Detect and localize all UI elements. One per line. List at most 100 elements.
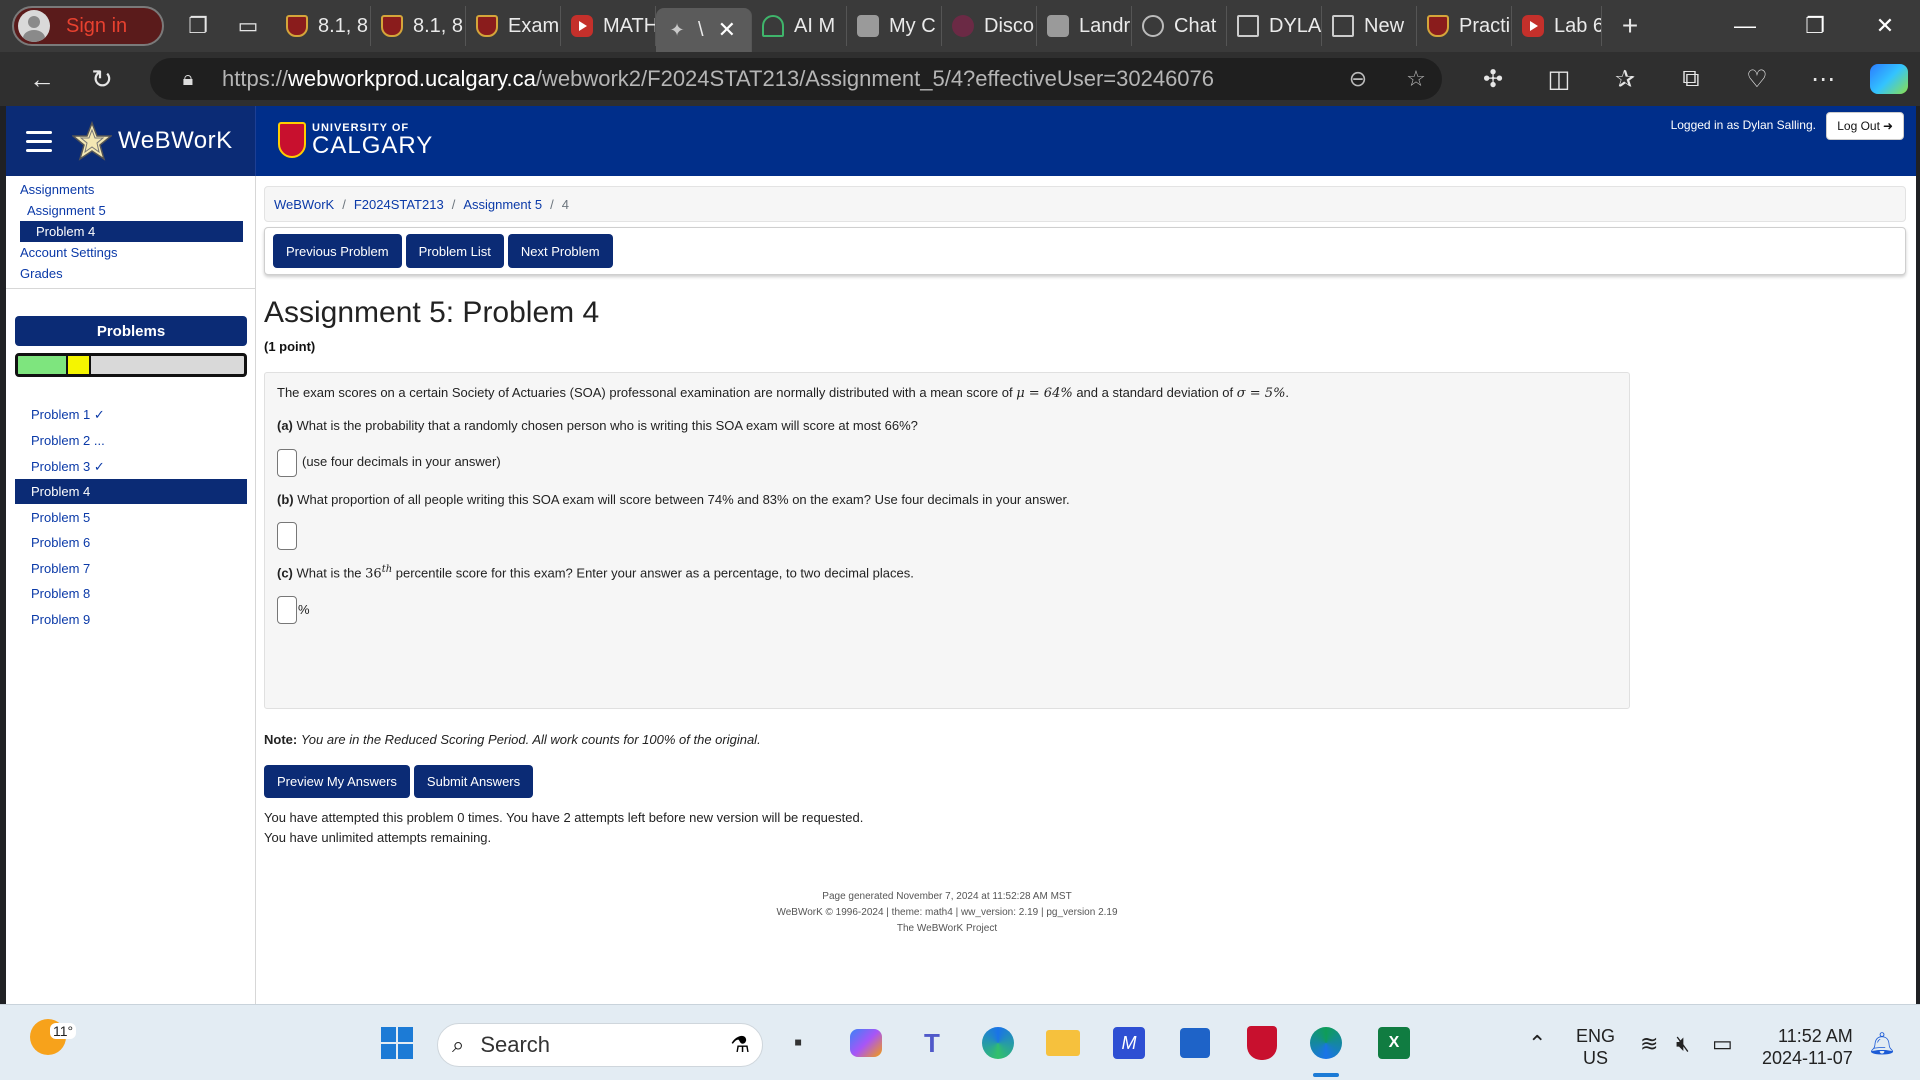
answer-a-input[interactable] [277, 449, 297, 477]
language-indicator[interactable]: ENG US [1576, 1025, 1615, 1069]
minimize-icon[interactable]: — [1710, 0, 1780, 52]
lock-icon[interactable]: 🔒︎ [168, 59, 208, 99]
breadcrumb-course[interactable]: F2024STAT213 [354, 197, 444, 212]
next-problem-button[interactable]: Next Problem [507, 234, 613, 268]
logout-button[interactable]: Log Out ➜ [1826, 112, 1904, 140]
intro-text: . [1285, 385, 1290, 400]
problem-list-item[interactable]: Problem 8 [15, 581, 247, 606]
edge-icon[interactable] [978, 1023, 1018, 1063]
window-controls: — ❐ ✕ [1710, 0, 1920, 52]
tray-chevron-up-icon[interactable]: ⌃ [1528, 1031, 1546, 1057]
taskbar-search[interactable]: ⌕ Search ⚗ [437, 1023, 763, 1067]
problem-navigation: Previous Problem Problem List Next Probl… [264, 227, 1906, 275]
browser-tab[interactable]: Disco [942, 6, 1037, 46]
collections-icon[interactable]: ⧉ [1658, 52, 1724, 106]
sidebar-item-assignments[interactable]: Assignments [20, 182, 94, 197]
microsoft-store-icon[interactable] [1175, 1023, 1215, 1063]
problem-list-item[interactable]: Problem 9 [15, 607, 247, 632]
task-view-icon[interactable]: ▪ [778, 1023, 818, 1063]
intro-text: The exam scores on a certain Society of … [277, 385, 1017, 400]
question-text: percentile score for this exam? Enter yo… [392, 565, 914, 581]
breadcrumb-webwork[interactable]: WeBWorK [274, 197, 334, 212]
problem-list-item[interactable]: Problem 5 [15, 505, 247, 530]
notification-bell-icon[interactable]: 🔔︎ [1868, 1031, 1896, 1057]
browser-toolbar: ← ↻ 🔒︎ https://webworkprod.ucalgary.ca/w… [0, 52, 1920, 106]
question-text: What is the [292, 565, 366, 581]
webwork-title[interactable]: WeBWorK [118, 127, 233, 155]
volume-muted-icon[interactable]: 🔇︎ [1676, 1031, 1690, 1057]
problem-list-button[interactable]: Problem List [405, 234, 504, 268]
split-screen-icon[interactable]: ◫ [1526, 52, 1592, 106]
browser-tab[interactable]: My C [847, 6, 942, 46]
footer-project[interactable]: The WeBWorK Project [264, 923, 1630, 934]
submit-answers-button[interactable]: Submit Answers [413, 765, 534, 798]
extensions-puzzle-icon[interactable]: ✣ [1460, 52, 1526, 106]
refresh-icon[interactable]: ↻ [80, 57, 124, 101]
profile-button[interactable]: Sign in [12, 6, 164, 46]
browser-tab[interactable]: New [1322, 6, 1417, 46]
sidebar-item-grades[interactable]: Grades [20, 266, 63, 281]
scoring-note: Note: You are in the Reduced Scoring Per… [264, 732, 761, 747]
page-title: Assignment 5: Problem 4 [264, 296, 600, 329]
hamburger-menu-icon[interactable] [26, 130, 52, 152]
browser-tab[interactable]: DYLA [1227, 6, 1322, 46]
browser-tab[interactable]: Chat [1132, 6, 1227, 46]
sidebar-item-assignment-5[interactable]: Assignment 5 [27, 203, 106, 218]
previous-problem-button[interactable]: Previous Problem [273, 234, 402, 268]
excel-icon[interactable]: X [1374, 1023, 1414, 1063]
problem-list-item[interactable]: Problem 3 ✓ [15, 454, 247, 479]
youtube-favicon-icon [1522, 15, 1544, 37]
problem-list-item[interactable]: Problem 2 ... [15, 428, 247, 453]
start-windows-icon[interactable] [377, 1023, 417, 1063]
tab-title: 8.1, 8 [318, 14, 369, 37]
breadcrumb-assignment[interactable]: Assignment 5 [463, 197, 542, 212]
favorites-icon[interactable]: ✰ [1592, 52, 1658, 106]
browser-tab[interactable]: Practi [1417, 6, 1512, 46]
workspaces-icon[interactable]: ❐ [178, 6, 218, 46]
favorite-star-icon[interactable]: ☆ [1398, 66, 1434, 92]
mathway-icon[interactable]: M [1109, 1023, 1149, 1063]
webwork-star-icon[interactable] [72, 121, 112, 161]
browser-tab-active[interactable]: ✦ \ ✕ [656, 8, 752, 52]
restore-icon[interactable]: ❐ [1780, 0, 1850, 52]
problem-list-item-current[interactable]: Problem 4 [15, 479, 247, 504]
file-explorer-icon[interactable] [1043, 1023, 1083, 1063]
tab-actions-icon[interactable]: ▭ [228, 6, 268, 46]
browser-tab[interactable]: 8.1, 8 [276, 6, 371, 46]
browser-tab[interactable]: Landr [1037, 6, 1132, 46]
teams-icon[interactable]: T [912, 1023, 952, 1063]
breadcrumb-separator: / [550, 196, 554, 212]
copilot-icon[interactable] [1856, 52, 1920, 106]
problem-list-item[interactable]: Problem 1 ✓ [15, 402, 247, 427]
browser-tab[interactable]: 8.1, 8 [371, 6, 466, 46]
answer-c-input[interactable] [277, 596, 297, 624]
new-tab-plus-icon[interactable]: + [1610, 6, 1650, 46]
browser-essentials-icon[interactable]: ♡ [1724, 52, 1790, 106]
sidebar-divider [6, 288, 255, 289]
problem-list-item[interactable]: Problem 7 [15, 556, 247, 581]
zoom-out-icon[interactable]: ⊖ [1340, 66, 1376, 92]
browser-tab[interactable]: AI M [752, 6, 847, 46]
clock[interactable]: 11:52 AM 2024-11-07 [1762, 1025, 1853, 1069]
back-arrow-icon[interactable]: ← [20, 57, 64, 101]
url-text[interactable]: https://webworkprod.ucalgary.ca/webwork2… [222, 66, 1214, 92]
address-bar[interactable]: 🔒︎ https://webworkprod.ucalgary.ca/webwo… [150, 58, 1442, 100]
sidebar-item-problem-4[interactable]: Problem 4 [20, 221, 243, 242]
answer-b-input[interactable] [277, 522, 297, 550]
browser-tab[interactable]: Lab 6 [1512, 6, 1602, 46]
wifi-icon[interactable]: ≋ [1640, 1031, 1658, 1057]
browser-tab[interactable]: Exam [466, 6, 561, 46]
ucalgary-logo[interactable]: UNIVERSITY OF CALGARY [278, 122, 433, 158]
edge-active-icon[interactable] [1306, 1023, 1346, 1063]
question-c: (c) What is the 36th percentile score fo… [277, 564, 914, 581]
close-window-icon[interactable]: ✕ [1850, 0, 1920, 52]
close-tab-icon[interactable]: ✕ [718, 17, 736, 43]
sidebar-item-account-settings[interactable]: Account Settings [20, 245, 118, 260]
settings-more-icon[interactable]: ⋯ [1790, 52, 1856, 106]
copilot-taskbar-icon[interactable] [846, 1023, 886, 1063]
preview-answers-button[interactable]: Preview My Answers [264, 765, 410, 798]
browser-tab[interactable]: MATH [561, 6, 656, 46]
problem-list-item[interactable]: Problem 6 [15, 530, 247, 555]
battery-icon[interactable]: ▭ [1712, 1031, 1733, 1057]
mcafee-icon[interactable] [1242, 1023, 1282, 1063]
